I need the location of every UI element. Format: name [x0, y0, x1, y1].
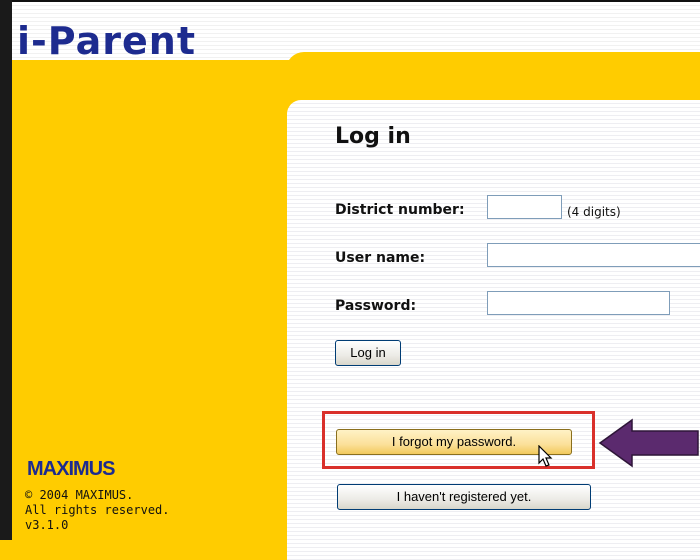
- forgot-password-button[interactable]: I forgot my password.: [336, 429, 572, 455]
- mouse-cursor-icon: [538, 445, 553, 467]
- maximus-logo: MAXIMUS: [27, 458, 115, 480]
- header-strip: [12, 60, 302, 120]
- username-label: User name:: [335, 250, 426, 266]
- district-number-label: District number:: [335, 202, 465, 218]
- copyright-text: © 2004 MAXIMUS.: [25, 488, 134, 502]
- password-input[interactable]: [487, 291, 670, 315]
- not-registered-button[interactable]: I haven't registered yet.: [337, 484, 591, 510]
- left-arrow-icon: [598, 418, 699, 468]
- username-input[interactable]: [487, 243, 700, 267]
- version-text: v3.1.0: [25, 518, 69, 532]
- password-label: Password:: [335, 298, 417, 314]
- district-number-hint: (4 digits): [567, 205, 621, 219]
- district-number-input[interactable]: [487, 195, 562, 219]
- rights-text: All rights reserved.: [25, 503, 170, 517]
- app-logo[interactable]: i-Parent: [17, 22, 196, 60]
- login-button[interactable]: Log in: [335, 340, 401, 366]
- window-frame-left: [0, 0, 12, 540]
- page-title: Log in: [335, 124, 411, 149]
